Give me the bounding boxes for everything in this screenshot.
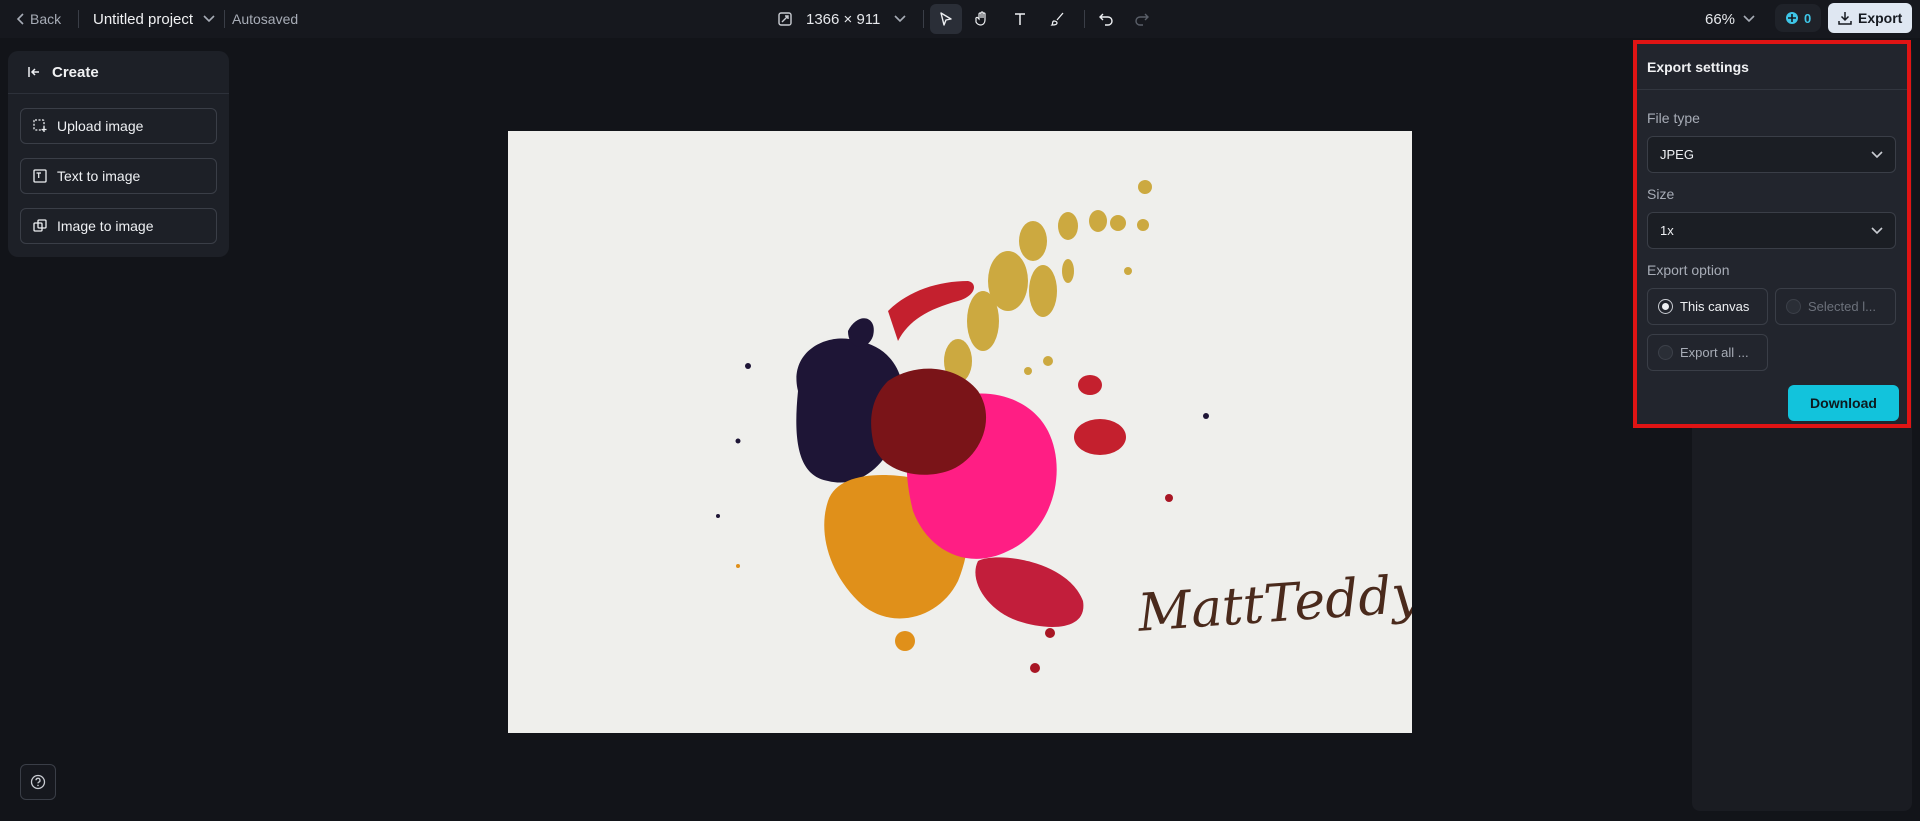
download-icon (1838, 12, 1852, 25)
chevron-down-icon (1743, 15, 1755, 23)
size-value: 1x (1660, 223, 1674, 238)
size-label: Size (1647, 186, 1675, 202)
redo-icon (1135, 13, 1149, 26)
resize-icon (778, 12, 792, 26)
undo-button[interactable] (1090, 4, 1122, 34)
upload-image-label: Upload image (57, 118, 144, 134)
option-label: This canvas (1680, 299, 1750, 314)
brush-tool-button[interactable] (1042, 4, 1074, 34)
text-tool-button[interactable] (1004, 4, 1036, 34)
redo-button[interactable] (1126, 4, 1158, 34)
radio-disabled-icon (1786, 299, 1801, 314)
undo-icon (1099, 13, 1113, 26)
export-option-this-canvas[interactable]: This canvas (1647, 288, 1768, 325)
cursor-arrow-icon (940, 12, 952, 26)
upload-image-icon (33, 119, 47, 132)
project-title-dropdown[interactable]: Untitled project (93, 0, 215, 38)
chevron-down-icon (203, 15, 215, 23)
canvas-size-dropdown[interactable]: 1366 × 911 (778, 0, 906, 38)
radio-selected-icon (1658, 299, 1673, 314)
file-type-select[interactable]: JPEG (1647, 136, 1896, 173)
chevron-down-icon (1871, 150, 1883, 158)
export-option-selected-layers: Selected l... (1775, 288, 1896, 325)
file-type-label: File type (1647, 110, 1700, 126)
create-panel-title: Create (52, 63, 99, 81)
select-tool-button[interactable] (930, 4, 962, 34)
autosave-status: Autosaved (232, 11, 299, 27)
option-label: Export all ... (1680, 345, 1749, 360)
credits-badge[interactable]: 0 (1775, 4, 1822, 32)
export-label: Export (1858, 10, 1903, 26)
upload-image-button[interactable]: Upload image (20, 108, 217, 144)
chevron-down-icon (1871, 226, 1883, 234)
credit-coin-icon (1786, 12, 1798, 24)
text-to-image-button[interactable]: Text to image (20, 158, 217, 194)
hand-tool-button[interactable] (966, 4, 998, 34)
zoom-value: 66% (1705, 10, 1736, 28)
back-label: Back (30, 11, 62, 27)
export-button[interactable]: Export (1828, 3, 1913, 33)
text-to-image-icon (33, 169, 47, 183)
brush-icon (1050, 12, 1064, 26)
image-to-image-label: Image to image (57, 218, 154, 234)
chevron-left-icon (16, 13, 24, 25)
create-panel: Create Upload image Text to image Image … (8, 51, 229, 257)
text-icon (1015, 13, 1025, 25)
export-option-label: Export option (1647, 262, 1730, 278)
export-option-export-all: Export all ... (1647, 334, 1768, 371)
collapse-left-icon (28, 67, 39, 77)
option-label: Selected l... (1808, 299, 1876, 314)
project-title: Untitled project (93, 10, 194, 28)
size-select[interactable]: 1x (1647, 212, 1896, 249)
hand-icon (975, 11, 986, 26)
help-button[interactable] (20, 764, 56, 800)
divider (1637, 89, 1907, 90)
top-toolbar: Back Untitled project Autosaved 1366 × 9… (0, 0, 1920, 38)
image-to-image-button[interactable]: Image to image (20, 208, 217, 244)
chevron-down-icon (894, 15, 906, 23)
canvas-artboard[interactable]: MattTeddy (508, 131, 1412, 733)
zoom-dropdown[interactable]: 66% (1705, 0, 1755, 38)
canvas-image: MattTeddy (508, 131, 1412, 733)
file-type-value: JPEG (1660, 147, 1694, 162)
text-to-image-label: Text to image (57, 168, 141, 184)
image-to-image-icon (33, 219, 47, 232)
export-settings-title: Export settings (1647, 58, 1749, 75)
back-button[interactable]: Back (16, 0, 61, 38)
canvas-size-value: 1366 × 911 (806, 10, 881, 28)
download-button[interactable]: Download (1788, 385, 1899, 421)
radio-disabled-icon (1658, 345, 1673, 360)
export-settings-panel: Export settings File type JPEG Size 1x E… (1633, 40, 1911, 428)
credits-count: 0 (1804, 10, 1812, 26)
help-circle-icon (30, 774, 46, 790)
create-panel-header[interactable]: Create (8, 51, 229, 94)
